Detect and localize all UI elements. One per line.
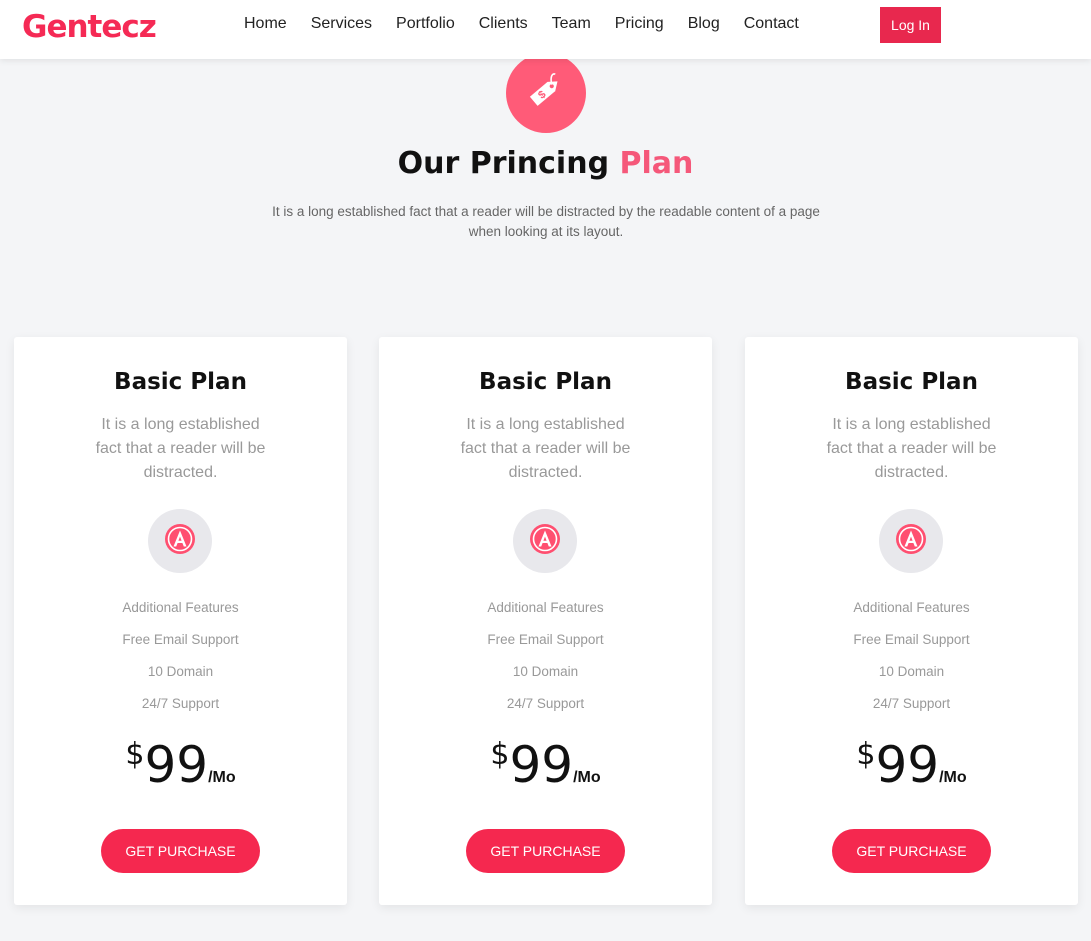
- nav-link-services[interactable]: Services: [299, 14, 384, 34]
- nav-menu: Home Services Portfolio Clients Team Pri…: [232, 14, 811, 34]
- angular-logo-icon: [895, 523, 927, 560]
- feature-item: 24/7 Support: [506, 696, 585, 711]
- plan-card-3: Basic Plan It is a long established fact…: [745, 337, 1078, 905]
- feature-item: Free Email Support: [853, 632, 970, 647]
- nav-link-pricing[interactable]: Pricing: [603, 14, 676, 34]
- plan-price: $99/Mo: [14, 733, 347, 797]
- feature-list: Additional Features Free Email Support 1…: [745, 596, 1078, 724]
- plan-name: Basic Plan: [479, 369, 612, 395]
- plan-card-1: Basic Plan It is a long established fact…: [14, 337, 347, 905]
- feature-item: Additional Features: [487, 600, 604, 615]
- feature-list: Additional Features Free Email Support 1…: [14, 596, 347, 724]
- price-currency: $: [490, 737, 510, 772]
- get-purchase-button[interactable]: GET PURCHASE: [832, 829, 991, 873]
- section-title-accent: Plan: [619, 146, 694, 181]
- plan-description: It is a long established fact that a rea…: [826, 416, 997, 481]
- nav-link-home[interactable]: Home: [232, 14, 299, 34]
- feature-item: 10 Domain: [512, 664, 579, 679]
- price-tag-badge: $: [506, 53, 586, 133]
- plan-price: $99/Mo: [379, 733, 712, 797]
- section-title: Our Princing Plan: [0, 146, 1091, 181]
- price-currency: $: [856, 737, 876, 772]
- price-tag-icon: $: [526, 71, 566, 116]
- price-amount: 99: [875, 736, 940, 794]
- feature-item: 10 Domain: [878, 664, 945, 679]
- plan-icon-circle: [879, 509, 943, 573]
- section-title-main: Our Princing: [397, 146, 620, 181]
- section-description: It is a long established fact that a rea…: [272, 204, 820, 239]
- nav-link-blog[interactable]: Blog: [676, 14, 732, 34]
- nav-link-portfolio[interactable]: Portfolio: [384, 14, 467, 34]
- get-purchase-button[interactable]: GET PURCHASE: [466, 829, 625, 873]
- plan-description: It is a long established fact that a rea…: [95, 416, 266, 481]
- price-amount: 99: [144, 736, 209, 794]
- feature-item: 24/7 Support: [872, 696, 951, 711]
- price-amount: 99: [509, 736, 574, 794]
- price-currency: $: [125, 737, 145, 772]
- feature-item: 24/7 Support: [141, 696, 220, 711]
- plan-name: Basic Plan: [114, 369, 247, 395]
- feature-item: Additional Features: [122, 600, 239, 615]
- plan-name: Basic Plan: [845, 369, 978, 395]
- plan-price: $99/Mo: [745, 733, 1078, 797]
- plan-card-2: Basic Plan It is a long established fact…: [379, 337, 712, 905]
- get-purchase-button[interactable]: GET PURCHASE: [101, 829, 260, 873]
- price-period: /Mo: [939, 769, 967, 786]
- feature-list: Additional Features Free Email Support 1…: [379, 596, 712, 724]
- angular-logo-icon: [529, 523, 561, 560]
- nav-link-team[interactable]: Team: [540, 14, 603, 34]
- feature-item: Free Email Support: [487, 632, 604, 647]
- plan-icon-circle: [513, 509, 577, 573]
- navbar: Gentecz Home Services Portfolio Clients …: [0, 0, 1091, 59]
- price-period: /Mo: [208, 769, 236, 786]
- feature-item: Free Email Support: [122, 632, 239, 647]
- angular-logo-icon: [164, 523, 196, 560]
- feature-item: Additional Features: [853, 600, 970, 615]
- price-period: /Mo: [573, 769, 601, 786]
- plan-icon-circle: [148, 509, 212, 573]
- feature-item: 10 Domain: [147, 664, 214, 679]
- login-button[interactable]: Log In: [880, 7, 941, 43]
- nav-link-contact[interactable]: Contact: [732, 14, 811, 34]
- nav-link-clients[interactable]: Clients: [467, 14, 540, 34]
- brand-logo[interactable]: Gentecz: [22, 9, 157, 45]
- plan-description: It is a long established fact that a rea…: [460, 416, 631, 481]
